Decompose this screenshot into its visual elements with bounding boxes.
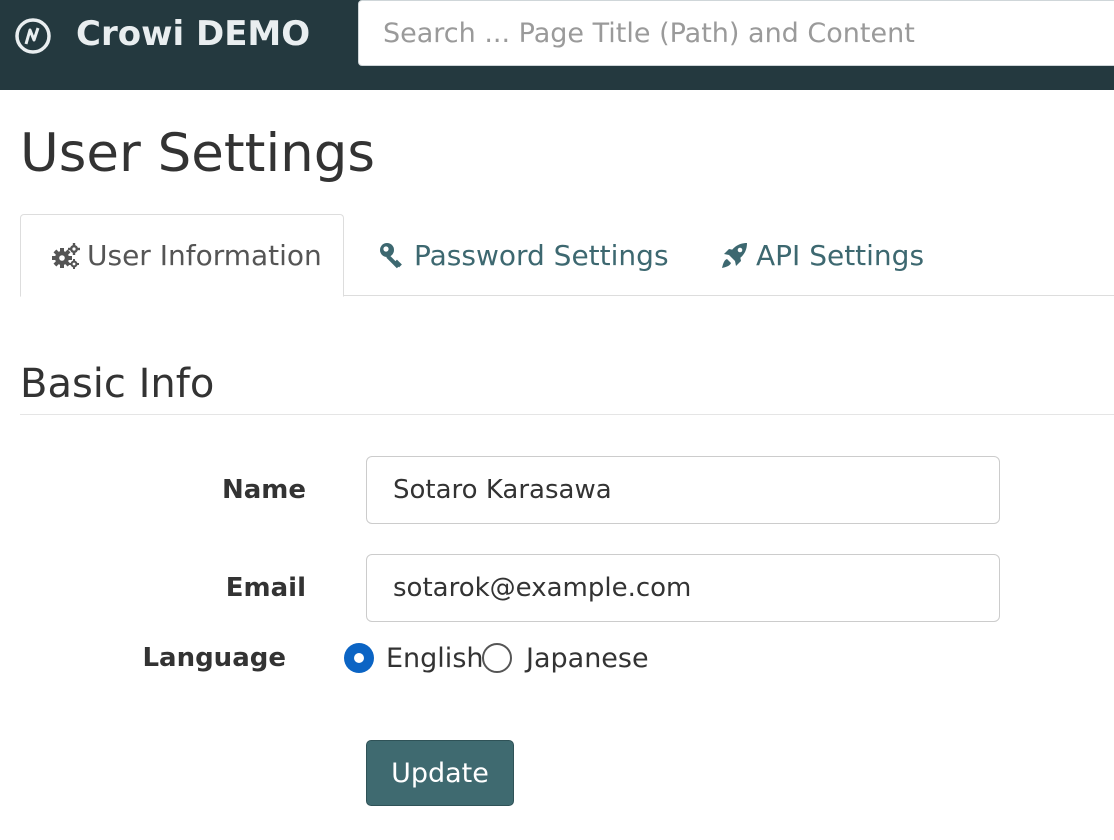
tab-password-settings-label: Password Settings [414,238,669,272]
tab-user-information[interactable]: User Information [20,214,344,297]
email-input[interactable] [366,554,1000,622]
tab-password-settings[interactable]: Password Settings [378,214,669,296]
radio-english[interactable] [344,643,374,673]
radio-japanese[interactable] [482,643,512,673]
search-input[interactable] [358,0,1114,66]
crowi-logo-icon[interactable] [15,18,51,54]
key-icon [380,243,402,269]
name-input[interactable] [366,456,1000,524]
tab-api-settings[interactable]: API Settings [720,214,924,296]
language-option-japanese[interactable]: Japanese [482,641,649,675]
section-title-basic-info: Basic Info [20,361,215,407]
name-label: Name [221,475,306,505]
language-label: Language [142,643,286,673]
update-button[interactable]: Update [366,740,514,806]
top-navbar: Crowi DEMO [0,0,1114,90]
language-option-english[interactable]: English [344,641,484,675]
radio-japanese-label: Japanese [526,642,649,674]
rocket-icon [722,243,747,268]
email-label: Email [225,573,306,603]
brand-title[interactable]: Crowi DEMO [76,12,310,56]
section-divider [20,414,1114,415]
gears-icon [52,242,80,269]
tab-user-information-label: User Information [87,239,322,272]
page-title: User Settings [20,123,376,184]
radio-english-label: English [386,642,484,674]
settings-tabs: User Information Password Settings API S… [20,214,1114,297]
tab-api-settings-label: API Settings [756,238,925,272]
